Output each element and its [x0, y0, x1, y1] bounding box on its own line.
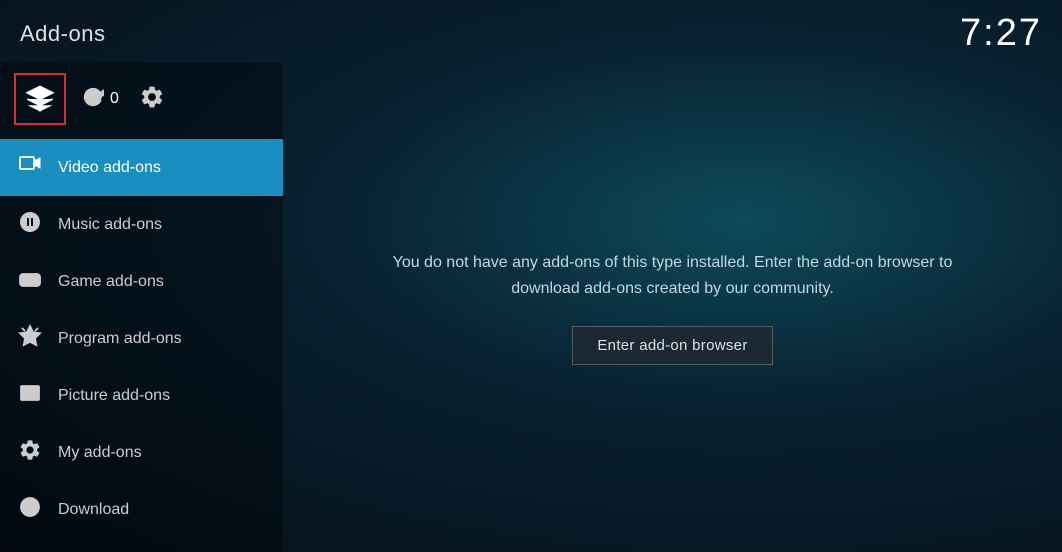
refresh-count: 0: [110, 90, 119, 108]
sidebar-item-music-label: Music add-ons: [58, 216, 162, 234]
refresh-button[interactable]: 0: [82, 86, 119, 113]
video-icon: [18, 153, 42, 182]
sidebar: 0 Video add-ons: [0, 63, 283, 552]
program-icon: [18, 324, 42, 353]
sidebar-item-video-label: Video add-ons: [58, 159, 161, 177]
addon-box-button[interactable]: [14, 73, 66, 125]
sidebar-item-program-label: Program add-ons: [58, 330, 182, 348]
sidebar-item-game[interactable]: Game add-ons: [0, 253, 283, 310]
info-message: You do not have any add-ons of this type…: [373, 250, 973, 301]
refresh-icon: [82, 86, 104, 113]
sidebar-item-myaddon[interactable]: My add-ons: [0, 424, 283, 481]
download-icon: [18, 495, 42, 524]
sidebar-item-game-label: Game add-ons: [58, 273, 164, 291]
enter-addon-browser-button[interactable]: Enter add-on browser: [572, 326, 772, 365]
header: Add-ons 7:27: [0, 0, 1062, 63]
content-area: 0 Video add-ons: [0, 63, 1062, 552]
sidebar-item-program[interactable]: Program add-ons: [0, 310, 283, 367]
sidebar-item-picture-label: Picture add-ons: [58, 387, 170, 405]
main-content: You do not have any add-ons of this type…: [283, 63, 1062, 552]
sidebar-item-myaddon-label: My add-ons: [58, 444, 142, 462]
page-title: Add-ons: [20, 21, 105, 47]
picture-icon: [18, 381, 42, 410]
settings-button[interactable]: [139, 84, 165, 115]
sidebar-item-download[interactable]: Download: [0, 481, 283, 538]
toolbar: 0: [0, 63, 283, 139]
myaddon-icon: [18, 438, 42, 467]
sidebar-item-download-label: Download: [58, 501, 129, 519]
game-icon: [18, 267, 42, 296]
music-icon: [18, 210, 42, 239]
sidebar-item-picture[interactable]: Picture add-ons: [0, 367, 283, 424]
sidebar-item-music[interactable]: Music add-ons: [0, 196, 283, 253]
sidebar-item-video[interactable]: Video add-ons: [0, 139, 283, 196]
clock: 7:27: [960, 12, 1042, 55]
